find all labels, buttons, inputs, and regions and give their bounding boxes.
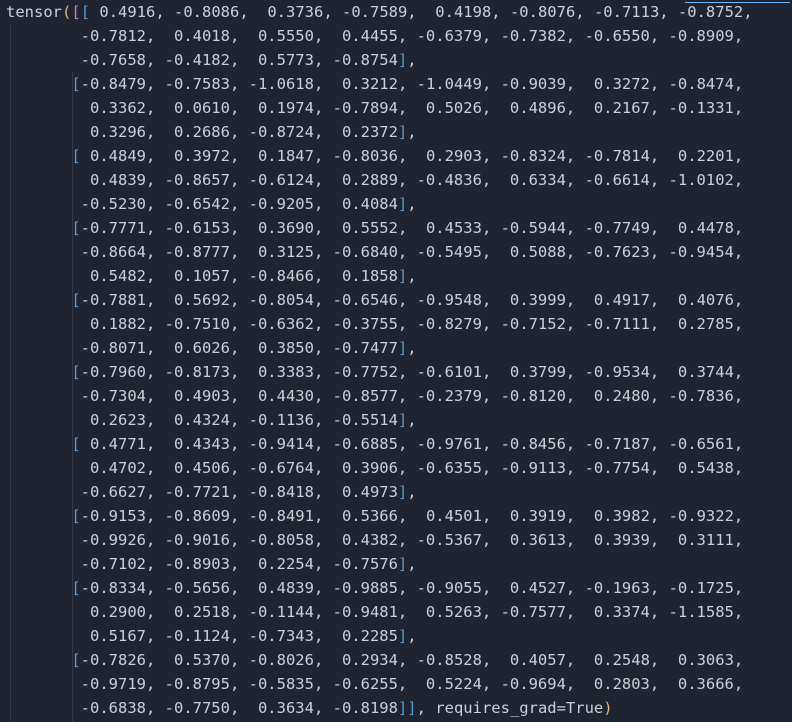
tensor-line: [-0.8479, -0.7583, -1.0618, 0.3212, -1.0… xyxy=(71,75,744,93)
tensor-line: 0.2900, 0.2518, -0.1144, -0.9481, 0.5263… xyxy=(6,603,744,621)
tensor-line: 0.5167, -0.1124, -0.7343, 0.2285], xyxy=(6,627,417,645)
tensor-line: [-0.7826, 0.5370, -0.8026, 0.2934, -0.85… xyxy=(71,651,744,669)
tensor-line: -0.6627, -0.7721, -0.8418, 0.4973], xyxy=(6,483,417,501)
tensor-line: [-0.7960, -0.8173, 0.3383, -0.7752, -0.6… xyxy=(71,363,744,381)
tensor-line: -0.6838, -0.7750, 0.3634, -0.8198]], req… xyxy=(6,699,613,717)
tensor-line: 0.2623, 0.4324, -0.1136, -0.5514], xyxy=(6,411,417,429)
tensor-line: [-0.9153, -0.8609, -0.8491, 0.5366, 0.45… xyxy=(71,507,744,525)
tensor-line: 0.4839, -0.8657, -0.6124, 0.2889, -0.483… xyxy=(6,171,744,189)
tensor-line: [-0.7881, 0.5692, -0.8054, -0.6546, -0.9… xyxy=(71,291,744,309)
tensor-line: -0.8664, -0.8777, 0.3125, -0.6840, -0.54… xyxy=(6,243,744,261)
tensor-line: -0.7304, 0.4903, 0.4430, -0.8577, -0.237… xyxy=(6,387,744,405)
tensor-line: [ 0.4849, 0.3972, 0.1847, -0.8036, 0.290… xyxy=(71,147,744,165)
tensor-line: -0.7812, 0.4018, 0.5550, 0.4455, -0.6379… xyxy=(6,27,744,45)
terminal-output: tensor([[ 0.4916, -0.8086, 0.3736, -0.75… xyxy=(0,0,792,722)
tensor-line: 0.1882, -0.7510, -0.6362, -0.3755, -0.82… xyxy=(6,315,744,333)
tensor-line: -0.7658, -0.4182, 0.5773, -0.8754], xyxy=(6,51,417,69)
tensor-line: -0.9926, -0.9016, -0.8058, 0.4382, -0.53… xyxy=(6,531,744,549)
tensor-line: [-0.8334, -0.5656, 0.4839, -0.9885, -0.9… xyxy=(71,579,744,597)
tensor-line: [-0.7771, -0.6153, 0.3690, 0.5552, 0.453… xyxy=(71,219,744,237)
tensor-line: tensor([[ 0.4916, -0.8086, 0.3736, -0.75… xyxy=(6,3,753,21)
tensor-line: [ 0.4771, 0.4343, -0.9414, -0.6885, -0.9… xyxy=(71,435,744,453)
tensor-line: -0.5230, -0.6542, -0.9205, 0.4084], xyxy=(6,195,417,213)
tensor-line: 0.3362, 0.0610, 0.1974, -0.7894, 0.5026,… xyxy=(6,99,744,117)
tensor-line: -0.8071, 0.6026, 0.3850, -0.7477], xyxy=(6,339,417,357)
tensor-line: 0.5482, 0.1057, -0.8466, 0.1858], xyxy=(6,267,417,285)
tensor-line: -0.7102, -0.8903, 0.2254, -0.7576], xyxy=(6,555,417,573)
tensor-line: 0.4702, 0.4506, -0.6764, 0.3906, -0.6355… xyxy=(6,459,744,477)
tensor-line: -0.9719, -0.8795, -0.5835, -0.6255, 0.52… xyxy=(6,675,744,693)
tensor-line: 0.3296, 0.2686, -0.8724, 0.2372], xyxy=(6,123,417,141)
